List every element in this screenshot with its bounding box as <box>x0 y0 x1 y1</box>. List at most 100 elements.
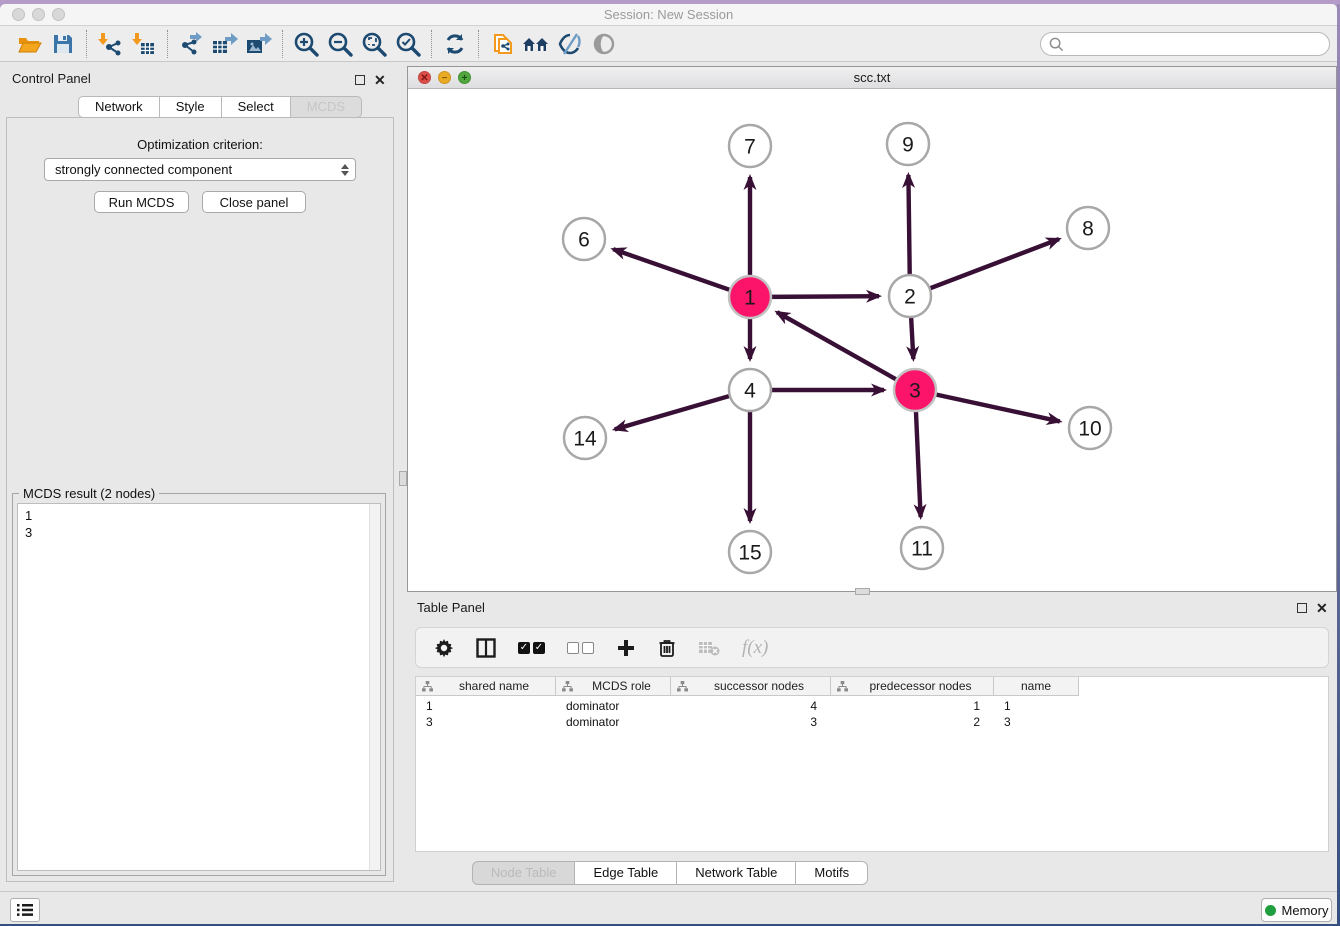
columns-icon <box>476 638 496 658</box>
tab-style[interactable]: Style <box>160 96 222 118</box>
network-minimize-icon[interactable]: − <box>438 71 451 84</box>
mcds-result-list[interactable]: 1 3 <box>17 503 381 871</box>
tab-select[interactable]: Select <box>222 96 291 118</box>
search-input[interactable] <box>1064 34 1329 54</box>
window-minimize-button[interactable] <box>32 8 45 21</box>
table-panel-float-icon[interactable] <box>1297 603 1307 613</box>
graph-edge-3-1[interactable] <box>777 312 898 380</box>
graph-edge-3-11[interactable] <box>916 409 921 517</box>
network-maximize-icon[interactable]: + <box>458 71 471 84</box>
column-header-predecessor-nodes[interactable]: predecessor nodes <box>831 677 994 696</box>
window-zoom-button[interactable] <box>52 8 65 21</box>
zoom-in-button[interactable] <box>289 29 323 59</box>
save-disk-icon <box>51 32 75 56</box>
tab-network[interactable]: Network <box>78 96 160 118</box>
table-row[interactable]: 1 dominator 4 1 1 <box>416 698 1079 714</box>
run-mcds-button[interactable]: Run MCDS <box>94 191 189 213</box>
cell-name: 3 <box>994 714 1079 730</box>
birdseye-eye-icon <box>591 31 617 57</box>
export-network-button[interactable] <box>174 29 208 59</box>
zoom-selected-icon <box>395 31 421 57</box>
open-session-button[interactable] <box>12 29 46 59</box>
show-column-panel-button[interactable] <box>476 638 496 658</box>
toolbar-separator <box>282 30 283 58</box>
table-panel-close-icon[interactable]: ✕ <box>1316 602 1328 614</box>
deselect-all-button[interactable] <box>567 642 594 654</box>
select-all-button[interactable]: ✓ ✓ <box>518 642 545 654</box>
control-panel-float-icon[interactable] <box>355 75 365 85</box>
memory-label: Memory <box>1282 903 1329 918</box>
zoom-out-button[interactable] <box>323 29 357 59</box>
graph-edge-2-8[interactable] <box>928 239 1059 289</box>
refresh-button[interactable] <box>438 29 472 59</box>
zoom-in-icon <box>293 31 319 57</box>
network-canvas[interactable]: 7961284314101511 <box>408 89 1336 591</box>
column-header-shared-name[interactable]: shared name <box>416 677 556 696</box>
export-table-icon <box>211 31 239 57</box>
optimization-criterion-select[interactable]: strongly connected component <box>44 158 356 181</box>
tab-node-table[interactable]: Node Table <box>472 861 576 885</box>
graph-node-label-2: 2 <box>904 286 916 309</box>
tab-network-table[interactable]: Network Table <box>677 861 796 885</box>
delete-table-icon <box>698 639 720 657</box>
clone-network-button[interactable] <box>485 29 519 59</box>
graph-edge-3-10[interactable] <box>934 394 1060 421</box>
network-window-titlebar[interactable]: ✕ − + scc.txt <box>408 67 1336 89</box>
export-table-button[interactable] <box>208 29 242 59</box>
result-scrollbar[interactable] <box>369 504 380 870</box>
node-table[interactable]: shared name MCDS role successor nodes pr… <box>415 676 1329 852</box>
graph-node-label-10: 10 <box>1078 418 1101 441</box>
graph-edge-2-3[interactable] <box>911 315 913 359</box>
search-icon <box>1049 37 1064 52</box>
import-network-button[interactable] <box>93 29 127 59</box>
graph-node-label-14: 14 <box>573 428 597 451</box>
graph-edge-1-6[interactable] <box>613 249 732 291</box>
network-window-title: scc.txt <box>408 67 1336 89</box>
splitter-grip-vertical[interactable] <box>399 471 407 486</box>
control-panel-window-controls: ✕ <box>355 74 386 86</box>
network-view-window: ✕ − + scc.txt 7961284314101511 <box>407 66 1337 592</box>
list-icon <box>17 903 33 917</box>
attribute-icon <box>837 681 848 692</box>
graph-node-label-15: 15 <box>738 542 761 565</box>
tab-mcds[interactable]: MCDS <box>291 96 362 118</box>
delete-table-button[interactable] <box>698 639 720 657</box>
cell-predecessor-nodes: 1 <box>831 698 994 714</box>
cell-shared-name: 1 <box>416 698 556 714</box>
control-panel-close-icon[interactable]: ✕ <box>374 74 386 86</box>
task-history-button[interactable] <box>10 898 40 922</box>
save-session-button[interactable] <box>46 29 80 59</box>
zoom-fit-button[interactable] <box>357 29 391 59</box>
function-builder-button[interactable]: f(x) <box>742 637 768 659</box>
control-panel-title: Control Panel <box>12 71 91 86</box>
table-settings-button[interactable] <box>434 638 454 658</box>
close-panel-button[interactable]: Close panel <box>202 191 306 213</box>
graph-edge-4-14[interactable] <box>615 395 732 429</box>
column-header-successor-nodes[interactable]: successor nodes <box>671 677 831 696</box>
show-hide-style-button[interactable] <box>553 29 587 59</box>
table-row[interactable]: 3 dominator 3 2 3 <box>416 714 1079 730</box>
graph-edge-1-2[interactable] <box>769 296 879 297</box>
network-close-icon[interactable]: ✕ <box>418 71 431 84</box>
first-neighbors-button[interactable] <box>519 29 553 59</box>
import-table-button[interactable] <box>127 29 161 59</box>
checked-box-icon: ✓ <box>518 642 530 654</box>
search-field[interactable] <box>1040 32 1330 56</box>
export-image-button[interactable] <box>242 29 276 59</box>
add-column-button[interactable] <box>616 638 636 658</box>
memory-button[interactable]: Memory <box>1261 898 1332 922</box>
table-toolbar: ✓ ✓ f(x) <box>415 627 1329 668</box>
column-header-name[interactable]: name <box>994 677 1079 696</box>
column-header-mcds-role[interactable]: MCDS role <box>556 677 671 696</box>
splitter-grip-horizontal[interactable] <box>855 588 870 595</box>
graph-edge-2-9[interactable] <box>908 175 909 277</box>
tab-edge-table[interactable]: Edge Table <box>575 861 677 885</box>
unchecked-box-icon <box>567 642 579 654</box>
birdseye-view-button[interactable] <box>587 29 621 59</box>
delete-column-button[interactable] <box>658 638 676 658</box>
trash-icon <box>658 638 676 658</box>
window-close-button[interactable] <box>12 8 25 21</box>
zoom-selected-button[interactable] <box>391 29 425 59</box>
refresh-icon <box>442 31 468 57</box>
tab-motifs[interactable]: Motifs <box>796 861 868 885</box>
